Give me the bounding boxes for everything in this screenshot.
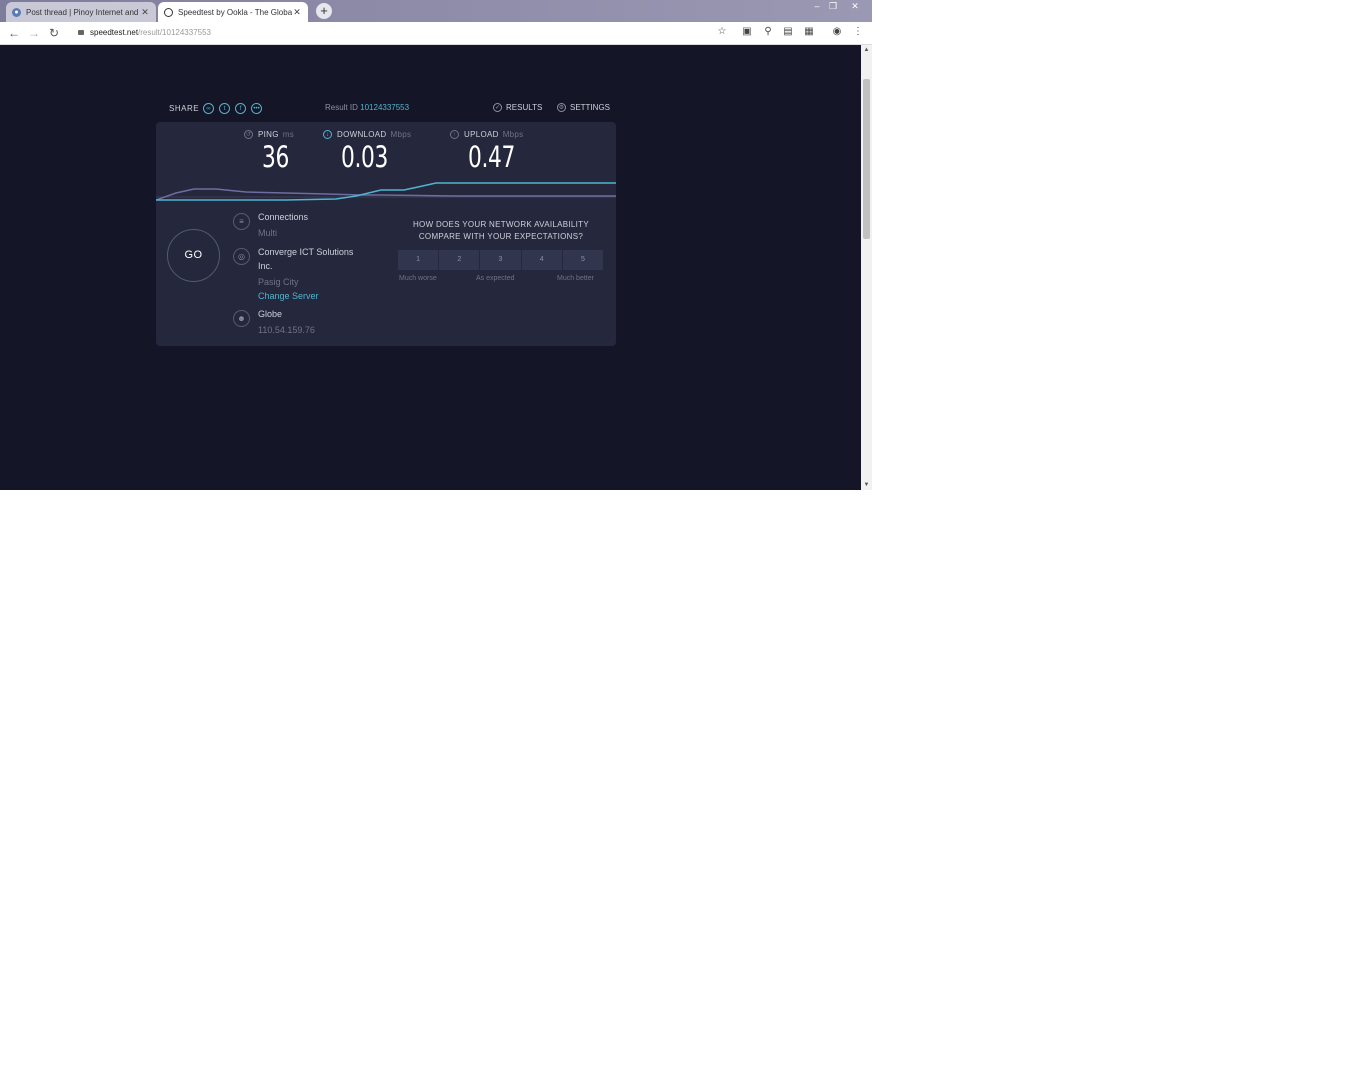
- url-path: /result/10124337553: [138, 28, 211, 37]
- profile-icon[interactable]: ◉: [831, 26, 843, 38]
- more-icon[interactable]: •••: [251, 102, 263, 114]
- download-arrow-icon: ↓: [323, 130, 332, 139]
- tab-speedtest[interactable]: Speedtest by Ookla - The Global ✕: [158, 2, 308, 22]
- download-label: DOWNLOAD: [337, 130, 387, 139]
- forward-icon[interactable]: →: [26, 25, 42, 41]
- upload-value: 0.47: [468, 140, 515, 174]
- download-metric: ↓ DOWNLOAD Mbps 0.03: [323, 130, 411, 174]
- rating-option-3[interactable]: 3: [480, 250, 521, 270]
- isp-ip: 110.54.159.76: [258, 325, 315, 335]
- change-server-link[interactable]: Change Server: [258, 289, 383, 303]
- server-location: Pasig City: [258, 277, 299, 287]
- scroll-thumb[interactable]: [863, 79, 870, 239]
- globe-icon: ◎: [233, 248, 250, 265]
- link-icon[interactable]: ∞: [203, 102, 215, 114]
- download-unit: Mbps: [390, 130, 412, 139]
- twitter-icon[interactable]: t: [219, 102, 231, 114]
- page-viewport: SHARE ∞ t f ••• Result ID 10124337553 ✓ …: [0, 45, 861, 490]
- user-icon: ☻: [233, 310, 250, 327]
- zoom-icon[interactable]: ⚲: [762, 26, 774, 38]
- settings-link[interactable]: ⚙ SETTINGS: [557, 103, 610, 112]
- share-row: SHARE ∞ t f •••: [169, 101, 267, 115]
- upload-arrow-icon: ↑: [450, 130, 459, 139]
- connections-icon: ≡: [233, 213, 250, 230]
- facebook-icon[interactable]: f: [235, 102, 247, 114]
- reload-icon[interactable]: ↻: [46, 25, 62, 41]
- survey-question: HOW DOES YOUR NETWORK AVAILABILITY COMPA…: [397, 219, 605, 243]
- minimize-icon[interactable]: –: [810, 1, 824, 11]
- speedtest-favicon-icon: [164, 7, 173, 17]
- result-id: Result ID 10124337553: [325, 103, 409, 112]
- ping-label: PING: [258, 130, 279, 139]
- scroll-down-icon[interactable]: ▼: [861, 480, 872, 490]
- speed-graph: [156, 182, 616, 201]
- browser-toolbar: ← → ↻ speedtest.net/result/10124337553 ☆…: [0, 22, 872, 45]
- download-value: 0.03: [341, 140, 388, 174]
- browser-window: ● Post thread | Pinoy Internet and ✕ Spe…: [0, 0, 872, 490]
- upload-unit: Mbps: [502, 130, 524, 139]
- lock-icon: [78, 30, 84, 35]
- connections-info: Connections Multi: [258, 210, 308, 240]
- tab-title: Speedtest by Ookla - The Global: [178, 7, 292, 17]
- server-name: Converge ICT Solutions: [258, 247, 354, 257]
- server-info: Converge ICT Solutions Inc. Pasig City C…: [258, 245, 383, 303]
- tab-pinoy-internet[interactable]: ● Post thread | Pinoy Internet and ✕: [6, 2, 156, 22]
- forum-favicon-icon: ●: [12, 7, 21, 17]
- survey-question-line1: HOW DOES YOUR NETWORK AVAILABILITY: [412, 220, 589, 229]
- close-window-icon[interactable]: ✕: [848, 1, 862, 11]
- address-bar[interactable]: speedtest.net/result/10124337553: [72, 25, 732, 41]
- share-label: SHARE: [169, 103, 200, 113]
- rating-scale: 1 2 3 4 5: [398, 250, 604, 270]
- survey-question-line2: COMPARE WITH YOUR EXPECTATIONS?: [418, 232, 584, 241]
- ping-metric: ↺ PING ms 36: [244, 130, 298, 174]
- isp-name: Globe: [258, 309, 283, 319]
- url-host: speedtest.net: [90, 28, 139, 37]
- gear-icon: ⚙: [557, 103, 566, 112]
- extension-icon[interactable]: ▦: [803, 26, 815, 38]
- result-panel: ↺ PING ms 36 ↓ DOWNLOAD Mbps 0.03 ↑ UPLO…: [156, 122, 616, 346]
- rating-option-1[interactable]: 1: [398, 250, 439, 270]
- rating-option-4[interactable]: 4: [521, 250, 562, 270]
- ping-unit: ms: [282, 130, 295, 139]
- isp-info: Globe 110.54.159.76: [258, 307, 315, 337]
- menu-icon[interactable]: ⋮: [852, 26, 864, 38]
- upload-metric: ↑ UPLOAD Mbps 0.47: [450, 130, 531, 174]
- results-label: RESULTS: [506, 103, 543, 112]
- close-tab-icon[interactable]: ✕: [292, 7, 302, 18]
- connections-value[interactable]: Multi: [258, 226, 308, 240]
- results-link[interactable]: ✓ RESULTS: [493, 103, 542, 112]
- vertical-scrollbar[interactable]: ▲ ▼: [861, 45, 872, 490]
- go-button[interactable]: GO: [167, 229, 220, 282]
- upload-label: UPLOAD: [464, 130, 499, 139]
- tab-title: Post thread | Pinoy Internet and: [26, 7, 139, 17]
- ping-value: 36: [262, 140, 289, 174]
- extension-icon[interactable]: ▣: [741, 26, 753, 38]
- rating-mid-label: As expected: [476, 275, 515, 282]
- restore-icon[interactable]: ❐: [826, 1, 840, 11]
- server-name-cont: Inc.: [258, 261, 273, 271]
- rating-high-label: Much better: [557, 275, 594, 282]
- back-icon[interactable]: ←: [6, 25, 22, 41]
- result-id-link[interactable]: 10124337553: [360, 103, 409, 112]
- settings-label: SETTINGS: [570, 103, 611, 112]
- rating-option-2[interactable]: 2: [439, 250, 480, 270]
- bookmark-star-icon[interactable]: ☆: [716, 26, 728, 38]
- extension-icon[interactable]: ▤: [782, 26, 794, 38]
- check-icon: ✓: [493, 103, 502, 112]
- connections-label: Connections: [258, 212, 309, 222]
- rating-option-5[interactable]: 5: [562, 250, 604, 270]
- close-tab-icon[interactable]: ✕: [140, 7, 150, 18]
- rating-low-label: Much worse: [399, 275, 437, 282]
- new-tab-button[interactable]: +: [316, 3, 332, 19]
- ping-icon: ↺: [244, 130, 253, 139]
- tab-strip: ● Post thread | Pinoy Internet and ✕ Spe…: [0, 0, 872, 22]
- result-id-label: Result ID: [325, 103, 358, 112]
- scroll-up-icon[interactable]: ▲: [861, 45, 872, 55]
